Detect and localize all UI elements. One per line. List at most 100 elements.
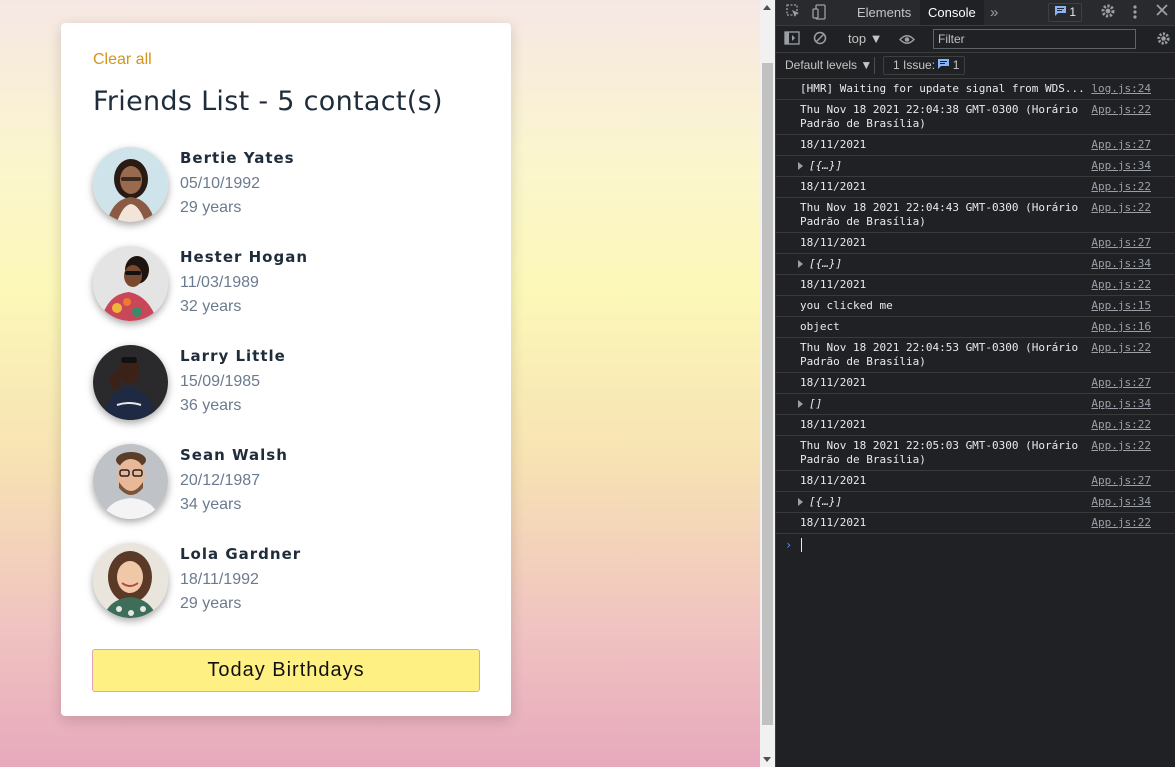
log-source-link[interactable]: App.js:34 (1091, 257, 1151, 271)
friends-list: Bertie Yates 05/10/1992 29 years Hester … (93, 147, 493, 642)
log-source-link[interactable]: log.js:24 (1091, 82, 1151, 96)
app-viewport: Clear all Friends List - 5 contact(s) Be… (0, 0, 760, 767)
console-input[interactable] (798, 537, 1148, 553)
log-message: [HMR] Waiting for update signal from WDS… (800, 82, 1085, 95)
devtools-panel: Elements Console » 1 top ▼ Filter Defaul… (775, 0, 1175, 767)
log-entry-expandable[interactable]: [{…}] App.js:34 (776, 156, 1175, 177)
list-item: Sean Walsh 20/12/1987 34 years (93, 444, 493, 543)
log-source-link[interactable]: App.js:27 (1091, 138, 1151, 152)
log-source-link[interactable]: App.js:27 (1091, 474, 1151, 488)
log-entry: 18/11/2021 App.js:27 (776, 471, 1175, 492)
today-birthdays-button[interactable]: Today Birthdays (92, 649, 480, 692)
log-message: 18/11/2021 (800, 180, 867, 193)
log-source-link[interactable]: App.js:22 (1091, 418, 1151, 432)
log-entry: 18/11/2021 App.js:27 (776, 135, 1175, 156)
log-source-link[interactable]: App.js:16 (1091, 320, 1151, 334)
log-entry: 18/11/2021 App.js:27 (776, 233, 1175, 254)
issues-button-count: 1 (952, 58, 960, 72)
log-source-link[interactable]: App.js:34 (1091, 397, 1151, 411)
issues-button[interactable]: 1 Issue: 1 (883, 56, 965, 75)
log-entry-expandable[interactable]: [{…}] App.js:34 (776, 492, 1175, 513)
avatar (93, 444, 168, 519)
log-source-link[interactable]: App.js:22 (1091, 103, 1151, 117)
log-entry: Thu Nov 18 2021 22:05:03 GMT-0300 (Horár… (776, 436, 1175, 471)
log-message: you clicked me (800, 299, 893, 312)
friend-age: 34 years (180, 496, 242, 513)
log-source-link[interactable]: App.js:15 (1091, 299, 1151, 313)
more-tabs-button[interactable]: » (982, 0, 1006, 25)
log-message: [{…}] (809, 257, 843, 270)
friend-birthdate: 11/03/1989 (180, 274, 259, 291)
log-source-link[interactable]: App.js:27 (1091, 236, 1151, 250)
console-settings-gear-icon[interactable] (1156, 31, 1171, 49)
log-source-link[interactable]: App.js:27 (1091, 376, 1151, 390)
log-source-link[interactable]: App.js:22 (1091, 439, 1151, 453)
friends-card: Clear all Friends List - 5 contact(s) Be… (61, 23, 511, 716)
friend-birthdate: 18/11/1992 (180, 571, 259, 588)
log-entry: 18/11/2021 App.js:22 (776, 275, 1175, 296)
log-message: Thu Nov 18 2021 22:04:43 GMT-0300 (Horár… (800, 201, 1085, 228)
more-options-icon[interactable] (1133, 4, 1137, 23)
list-item: Lola Gardner 18/11/1992 29 years (93, 543, 493, 642)
toolbar-divider (874, 57, 875, 74)
log-entry: 18/11/2021 App.js:22 (776, 177, 1175, 198)
friend-birthdate: 20/12/1987 (180, 472, 261, 489)
scrollbar-thumb[interactable] (762, 63, 773, 725)
text-cursor (801, 538, 802, 552)
expand-caret-icon[interactable] (798, 260, 803, 268)
log-source-link[interactable]: App.js:34 (1091, 495, 1151, 509)
console-levels-bar: Default levels ▼ 1 Issue: 1 (776, 53, 1175, 79)
eye-icon[interactable] (899, 32, 915, 48)
message-icon (1055, 5, 1069, 19)
context-select[interactable]: top ▼ (848, 31, 883, 46)
tab-console[interactable]: Console (920, 0, 984, 25)
log-entry: 18/11/2021 App.js:22 (776, 513, 1175, 534)
expand-caret-icon[interactable] (798, 162, 803, 170)
log-message: 18/11/2021 (800, 236, 867, 249)
log-source-link[interactable]: App.js:22 (1091, 278, 1151, 292)
log-source-link[interactable]: App.js:22 (1091, 516, 1151, 530)
console-prompt[interactable]: › (776, 534, 1175, 556)
scroll-up-arrow-icon[interactable] (763, 5, 771, 10)
log-source-link[interactable]: App.js:22 (1091, 341, 1151, 355)
expand-caret-icon[interactable] (798, 400, 803, 408)
tab-elements[interactable]: Elements (849, 0, 919, 25)
close-icon[interactable] (1156, 3, 1168, 19)
scroll-down-arrow-icon[interactable] (763, 757, 771, 762)
log-entry: Thu Nov 18 2021 22:04:43 GMT-0300 (Horár… (776, 198, 1175, 233)
log-message: 18/11/2021 (800, 418, 867, 431)
log-entry: you clicked me App.js:15 (776, 296, 1175, 317)
log-source-link[interactable]: App.js:22 (1091, 180, 1151, 194)
clear-console-icon[interactable] (813, 31, 827, 48)
log-message: 18/11/2021 (800, 278, 867, 291)
log-entry-expandable[interactable]: [] App.js:34 (776, 394, 1175, 415)
log-source-link[interactable]: App.js:34 (1091, 159, 1151, 173)
friend-name: Bertie Yates (180, 149, 295, 167)
clear-all-link[interactable]: Clear all (93, 51, 152, 69)
page-scrollbar[interactable] (760, 0, 775, 767)
expand-caret-icon[interactable] (798, 498, 803, 506)
friend-name: Hester Hogan (180, 248, 309, 266)
issues-button-label: 1 Issue: (893, 58, 936, 72)
console-toolbar: top ▼ (776, 26, 1175, 53)
avatar (93, 147, 168, 222)
device-toolbar-icon[interactable] (812, 4, 826, 23)
list-item: Hester Hogan 11/03/1989 32 years (93, 246, 493, 345)
log-message: [{…}] (809, 495, 843, 508)
log-entry-expandable[interactable]: [{…}] App.js:34 (776, 254, 1175, 275)
console-log: [HMR] Waiting for update signal from WDS… (776, 79, 1175, 556)
log-message: 18/11/2021 (800, 138, 867, 151)
issues-count: 1 (1069, 5, 1077, 19)
list-item: Larry Little 15/09/1985 36 years (93, 345, 493, 444)
inspect-element-icon[interactable] (786, 4, 800, 21)
issues-badge[interactable]: 1 (1048, 3, 1082, 22)
friend-age: 36 years (180, 397, 242, 414)
sidebar-toggle-icon[interactable] (784, 31, 800, 48)
log-source-link[interactable]: App.js:22 (1091, 201, 1151, 215)
filter-input[interactable] (933, 29, 1136, 49)
log-entry: object App.js:16 (776, 317, 1175, 338)
default-levels-select[interactable]: Default levels ▼ (785, 58, 872, 72)
settings-gear-icon[interactable] (1100, 3, 1116, 22)
friend-birthdate: 05/10/1992 (180, 175, 261, 192)
log-message: 18/11/2021 (800, 376, 867, 389)
